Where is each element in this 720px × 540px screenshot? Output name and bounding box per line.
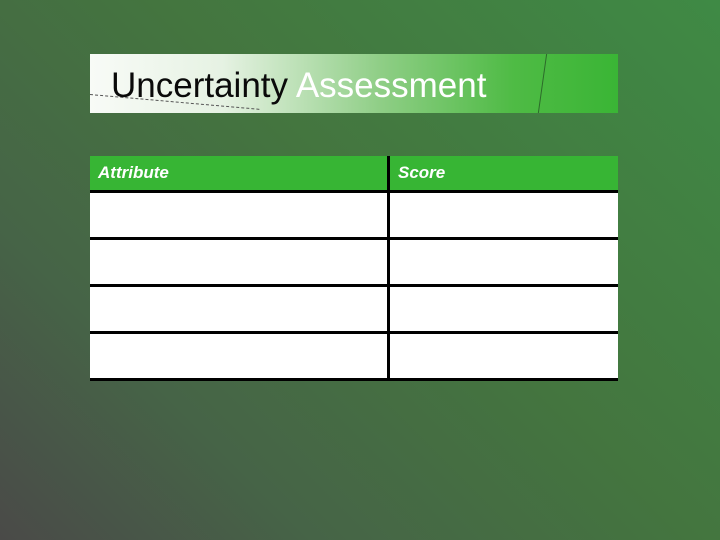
table-header-row: Attribute Score <box>90 156 618 193</box>
header-attribute: Attribute <box>90 156 390 193</box>
cell-attribute[interactable] <box>90 238 390 287</box>
title-banner: Uncertainty Assessment <box>90 54 618 113</box>
decorative-slash-line <box>537 54 548 113</box>
title-part-1: Uncertainty <box>111 66 289 105</box>
table-row <box>90 238 618 287</box>
cell-score[interactable] <box>388 332 618 381</box>
uncertainty-table: Attribute Score <box>90 156 618 381</box>
table-row <box>90 332 618 381</box>
slide-title: Uncertainty Assessment <box>111 66 486 106</box>
cell-score[interactable] <box>388 238 618 287</box>
table-row <box>90 285 618 334</box>
cell-attribute[interactable] <box>90 191 390 240</box>
title-part-2: Assessment <box>295 66 487 105</box>
cell-attribute[interactable] <box>90 285 390 334</box>
cell-attribute[interactable] <box>90 332 390 381</box>
header-score: Score <box>388 156 618 193</box>
table-row <box>90 191 618 240</box>
cell-score[interactable] <box>388 191 618 240</box>
cell-score[interactable] <box>388 285 618 334</box>
